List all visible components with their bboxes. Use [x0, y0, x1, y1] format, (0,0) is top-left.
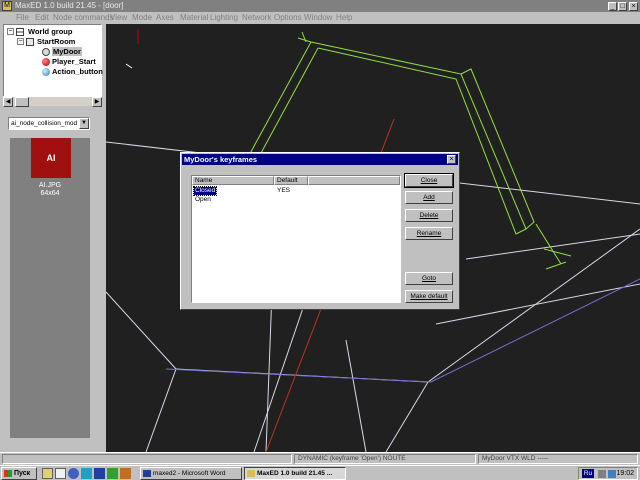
menu-edit[interactable]: Edit	[35, 13, 49, 23]
browser-quicklaunch-icon[interactable]	[68, 468, 79, 479]
group-icon	[16, 28, 24, 36]
rename-keyframe-button[interactable]: Rename	[405, 227, 453, 240]
keyframe-list[interactable]: Name Default Closed YES Open	[191, 175, 401, 303]
volume-icon[interactable]	[598, 470, 606, 478]
clock[interactable]: 19:02	[616, 469, 634, 478]
window-title: MaxED 1.0 build 21.45 - [door]	[15, 1, 124, 10]
make-default-button[interactable]: Make default	[405, 290, 453, 303]
word-icon	[143, 470, 151, 477]
scroll-right-icon[interactable]: ▶	[92, 97, 102, 107]
menu-axes[interactable]: Axes	[156, 13, 174, 23]
column-header-name[interactable]: Name	[192, 176, 274, 185]
windows-logo-icon	[4, 470, 12, 477]
column-header-extra[interactable]	[308, 176, 400, 185]
tree-item-action-button[interactable]: Action_button	[52, 67, 103, 76]
material-combo[interactable]: ai_node_collision_mod ▼	[8, 117, 90, 130]
texture-name: AI.JPG	[38, 182, 62, 189]
keyframes-dialog[interactable]: MyDoor's keyframes × Name Default Closed…	[180, 152, 460, 310]
app-quicklaunch-icon[interactable]	[120, 468, 131, 479]
start-label: Пуск	[14, 470, 31, 477]
document-quicklaunch-icon[interactable]	[55, 468, 66, 479]
menu-lighting[interactable]: Lighting	[210, 13, 238, 23]
tree-item-mydoor[interactable]: MyDoor	[52, 47, 82, 56]
close-button[interactable]: ×	[629, 2, 638, 11]
room-icon	[26, 38, 34, 46]
keyframe-row-open[interactable]: Open	[195, 196, 211, 204]
close-dialog-button[interactable]: Close	[404, 173, 454, 188]
tree-horizontal-scrollbar[interactable]: ◀ ▶	[3, 96, 102, 107]
menu-help[interactable]: Help	[336, 13, 352, 23]
task-maxed[interactable]: MaxED 1.0 build 21.45 ...	[244, 467, 346, 480]
action-button-icon	[42, 68, 50, 76]
maximize-button[interactable]: □	[618, 2, 627, 11]
player-start-icon	[42, 58, 50, 66]
menu-mode[interactable]: Mode	[132, 13, 152, 23]
menu-view[interactable]: View	[110, 13, 127, 23]
texture-size: 64x64	[40, 190, 60, 197]
menu-bar: File Edit Node commands View Mode Axes M…	[0, 12, 640, 24]
add-keyframe-button[interactable]: Add	[405, 191, 453, 204]
tree-expander-startroom[interactable]: −	[17, 38, 24, 45]
app-icon[interactable]: M	[2, 1, 12, 11]
status-panel-mode: DYNAMIC (keyframe 'Open') NOUTE	[294, 454, 476, 464]
dialog-title-bar[interactable]: MyDoor's keyframes ×	[182, 154, 458, 165]
door-node-icon	[42, 48, 50, 56]
title-bar: M MaxED 1.0 build 21.45 - [door] _ □ ×	[0, 0, 640, 12]
keyframe-row-closed[interactable]: Closed	[192, 186, 218, 196]
dialog-close-icon[interactable]: ×	[447, 155, 456, 164]
texture-panel[interactable]: AI AI.JPG 64x64	[10, 138, 90, 438]
tree-item-player-start[interactable]: Player_Start	[52, 57, 96, 66]
material-combo-value: ai_node_collision_mod	[11, 120, 78, 127]
minimize-button[interactable]: _	[608, 2, 617, 11]
system-tray: Ru 19:02	[578, 467, 638, 480]
task-word[interactable]: maxed2 - Microsoft Word	[140, 467, 242, 480]
language-indicator[interactable]: Ru	[582, 469, 594, 478]
keyframe-default-value: YES	[277, 187, 291, 194]
scroll-thumb[interactable]	[15, 97, 29, 107]
desktop-quicklaunch-icon[interactable]	[81, 468, 92, 479]
status-bar: DYNAMIC (keyframe 'Open') NOUTE MyDoor V…	[0, 452, 640, 465]
menu-material[interactable]: Material	[180, 13, 208, 23]
status-panel-main	[2, 454, 292, 464]
axis-gizmo-white	[125, 63, 133, 69]
goto-keyframe-button[interactable]: Goto	[405, 272, 453, 285]
delete-keyframe-button[interactable]: Delete	[405, 209, 453, 222]
tree-item-world-group[interactable]: World group	[28, 27, 72, 36]
menu-network[interactable]: Network	[242, 13, 271, 23]
taskbar: Пуск maxed2 - Microsoft Word MaxED 1.0 b…	[0, 465, 640, 480]
word-quicklaunch-icon[interactable]	[94, 468, 105, 479]
chevron-down-icon[interactable]: ▼	[79, 118, 89, 129]
maxed-icon	[247, 470, 255, 477]
column-header-default[interactable]: Default	[274, 176, 308, 185]
scroll-left-icon[interactable]: ◀	[3, 97, 13, 107]
dialog-title: MyDoor's keyframes	[184, 155, 258, 164]
status-panel-selection: MyDoor VTX WLD -----	[478, 454, 638, 464]
excel-quicklaunch-icon[interactable]	[107, 468, 118, 479]
tree-item-startroom[interactable]: StartRoom	[37, 37, 75, 46]
start-button[interactable]: Пуск	[1, 467, 37, 480]
menu-node-commands[interactable]: Node commands	[53, 13, 113, 23]
menu-window[interactable]: Window	[304, 13, 332, 23]
texture-thumbnail[interactable]: AI	[31, 138, 71, 178]
tray-app-icon[interactable]	[608, 470, 616, 478]
tree-expander-world-group[interactable]: −	[7, 28, 14, 35]
folder-quicklaunch-icon[interactable]	[42, 468, 53, 479]
scene-tree[interactable]: − World group − StartRoom MyDoor Player_…	[3, 24, 103, 106]
menu-file[interactable]: File	[16, 13, 29, 23]
menu-options[interactable]: Options	[274, 13, 302, 23]
